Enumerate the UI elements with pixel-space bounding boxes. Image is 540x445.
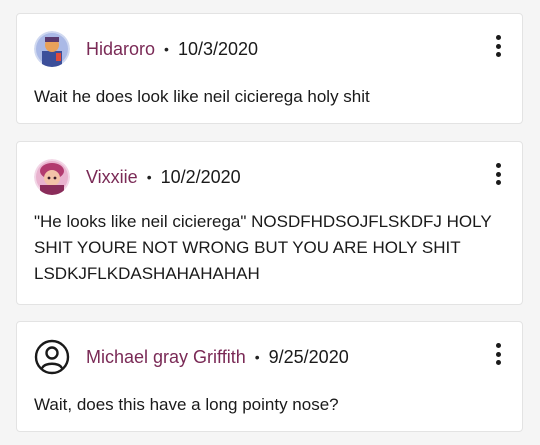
author-name[interactable]: Hidaroro: [86, 39, 155, 60]
author-name[interactable]: Vixxiie: [86, 167, 138, 188]
comment-card: Michael gray Griffith • 9/25/2020 Wait, …: [16, 321, 523, 432]
avatar-photo-icon: [34, 31, 70, 67]
more-options-icon[interactable]: [491, 163, 505, 185]
comment-date: 10/2/2020: [160, 166, 241, 187]
separator-dot: •: [254, 349, 260, 365]
comment-card: Vixxiie • 10/2/2020 "He looks like neil …: [16, 141, 523, 305]
comment-header: Vixxiie • 10/2/2020: [34, 159, 241, 195]
comment-text: Wait, does this have a long pointy nose?: [34, 395, 339, 414]
author-name[interactable]: Michael gray Griffith: [86, 347, 246, 368]
avatar[interactable]: [34, 31, 70, 67]
comment-header: Hidaroro • 10/3/2020: [34, 31, 258, 67]
comment-text: "He looks like neil cicierega" NOSDFHDSO…: [34, 212, 492, 283]
avatar-photo-icon: [34, 159, 70, 195]
avatar[interactable]: [34, 339, 70, 375]
avatar[interactable]: [34, 159, 70, 195]
default-user-icon: [34, 339, 70, 375]
separator-dot: •: [146, 169, 152, 185]
comment-card: Hidaroro • 10/3/2020 Wait he does look l…: [16, 13, 523, 124]
more-options-icon[interactable]: [491, 35, 505, 57]
comment-date: 10/3/2020: [177, 38, 259, 59]
comment-header: Michael gray Griffith • 9/25/2020: [34, 339, 349, 375]
separator-dot: •: [164, 41, 169, 57]
comment-text: Wait he does look like neil cicierega ho…: [34, 87, 370, 106]
more-options-icon[interactable]: [491, 343, 505, 365]
comment-date: 9/25/2020: [268, 346, 349, 367]
